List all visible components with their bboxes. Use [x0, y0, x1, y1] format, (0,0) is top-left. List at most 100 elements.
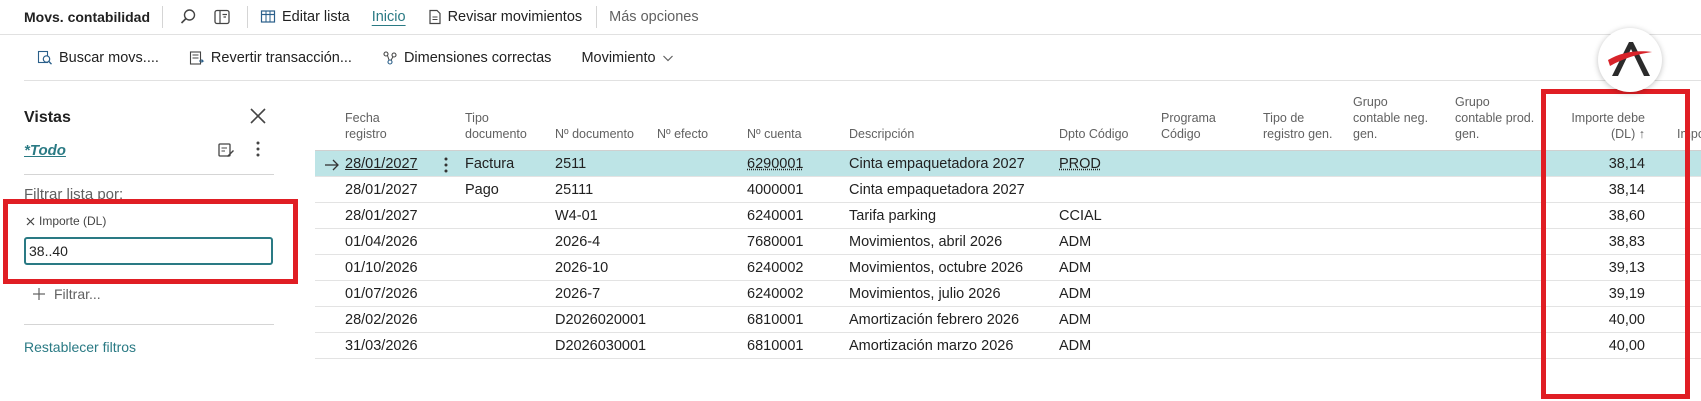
highlight-box-amount-column [1541, 89, 1690, 399]
cell-description: Movimientos, abril 2026 [849, 234, 1003, 250]
cell-account-no[interactable]: 6240002 [747, 255, 827, 281]
cell-document-type [465, 307, 545, 333]
search-icon[interactable] [175, 4, 201, 30]
cell-document-no: 2026-4 [555, 234, 601, 250]
table-row[interactable]: 01/07/2026 2026-7 6240002 Movimientos, juli… [315, 281, 1701, 307]
cell-posting-date[interactable]: 28/01/2027 [345, 177, 445, 203]
save-view-icon[interactable] [217, 141, 235, 159]
divider [24, 324, 274, 325]
cell-dept-code[interactable]: ADM [1059, 229, 1149, 255]
cell-account-no[interactable]: 6290001 [747, 151, 827, 177]
current-row-arrow-icon [325, 159, 339, 171]
edit-list-label: Editar lista [282, 9, 350, 25]
column-header-dept-code[interactable]: Dpto Código [1059, 92, 1149, 150]
cell-dept-code[interactable]: ADM [1059, 281, 1149, 307]
close-icon[interactable] [248, 106, 268, 126]
cell-document-no: D2026030001 [555, 338, 647, 354]
cell-document-no: W4-01 [555, 208, 598, 224]
more-options-icon[interactable] [253, 139, 263, 159]
search-entries-button[interactable]: Buscar movs.... [37, 50, 159, 66]
reset-filters-link[interactable]: Restablecer filtros [24, 339, 136, 355]
movement-menu-button[interactable]: Movimiento [581, 50, 673, 66]
cell-document-type [465, 255, 545, 281]
cell-document-type: Factura [465, 156, 515, 172]
cell-account-no[interactable]: 6810001 [747, 307, 827, 333]
cell-description: Amortización marzo 2026 [849, 338, 1014, 354]
column-header-program-code[interactable]: Programa Código [1161, 92, 1241, 150]
cell-description: Cinta empaquetadora 2027 [849, 156, 1025, 172]
cell-description: Amortización febrero 2026 [849, 312, 1020, 328]
cell-account-no[interactable]: 4000001 [747, 177, 827, 203]
column-header-document-type[interactable]: Tipo documento [465, 92, 545, 150]
more-options-button[interactable]: Más opciones [609, 9, 698, 25]
cell-posting-date[interactable]: 28/02/2026 [345, 307, 445, 333]
column-header-effect-no[interactable]: Nº efecto [657, 92, 727, 150]
reverse-transaction-button[interactable]: Revertir transacción... [189, 50, 352, 66]
document-icon [428, 9, 441, 25]
column-header-account-no[interactable]: Nº cuenta [747, 92, 817, 150]
cell-document-type: Pago [465, 182, 499, 198]
review-movements-button[interactable]: Revisar movimientos [428, 9, 583, 25]
cell-document-type [465, 281, 545, 307]
plus-icon [33, 288, 45, 300]
table-row[interactable]: 28/01/2027 W4-01 6240001 Tarifa parking CCIA… [315, 203, 1701, 229]
cell-account-no[interactable]: 6240001 [747, 203, 827, 229]
column-header-posting-date[interactable]: Fecha registro [345, 92, 445, 150]
tab-home[interactable]: Inicio [372, 9, 406, 25]
cell-document-type [465, 203, 545, 229]
cell-document-type [465, 229, 545, 255]
chevron-down-icon [662, 55, 673, 62]
cell-dept-code[interactable]: ADM [1059, 255, 1149, 281]
correct-dimensions-label: Dimensiones correctas [403, 50, 552, 66]
cell-posting-date[interactable]: 28/01/2027 [345, 151, 445, 177]
edit-list-button[interactable]: Editar lista [260, 9, 350, 25]
search-entries-label: Buscar movs.... [59, 50, 159, 66]
cell-posting-date[interactable]: 01/10/2026 [345, 255, 445, 281]
cell-dept-code[interactable]: ADM [1059, 333, 1149, 359]
column-header-description[interactable]: Descripción [849, 92, 949, 150]
cell-document-no: 2026-10 [555, 260, 609, 276]
table-row[interactable]: 31/03/2026 D2026030001 6810001 Amortización… [315, 333, 1701, 359]
cell-account-no[interactable]: 6810001 [747, 333, 827, 359]
reverse-icon [189, 51, 205, 65]
cell-posting-date[interactable]: 01/04/2026 [345, 229, 445, 255]
add-filter-button[interactable]: Filtrar... [32, 286, 101, 302]
cell-account-no[interactable]: 6240002 [747, 281, 827, 307]
cell-posting-date[interactable]: 01/07/2026 [345, 281, 445, 307]
table-row[interactable]: 28/01/2027 Factura 2511 6290001 Cinta empaqu… [315, 151, 1701, 177]
table-row[interactable]: 01/04/2026 2026-4 7680001 Movimientos, abri… [315, 229, 1701, 255]
column-header-gen-posting-type[interactable]: Tipo de registro gen. [1263, 92, 1353, 150]
cell-dept-code[interactable]: ADM [1059, 307, 1149, 333]
cell-dept-code[interactable]: CCIAL [1059, 203, 1149, 229]
correct-dimensions-button[interactable]: Dimensiones correctas [382, 50, 551, 66]
table-row[interactable]: 28/02/2026 D2026020001 6810001 Amortización… [315, 307, 1701, 333]
cell-description: Movimientos, julio 2026 [849, 286, 1001, 302]
views-pane-title: Vistas [24, 109, 71, 126]
ledger-entries-table: Fecha registro Tipo documento Nº documento… [315, 92, 1701, 375]
highlight-box-filter [3, 199, 298, 284]
cell-posting-date[interactable]: 31/03/2026 [345, 333, 445, 359]
cell-description: Movimientos, octubre 2026 [849, 260, 1024, 276]
cell-document-no: 25111 [555, 182, 594, 198]
divider [24, 174, 274, 175]
add-filter-label: Filtrar... [54, 286, 101, 302]
movement-menu-label: Movimiento [581, 50, 656, 66]
view-all-link[interactable]: *Todo [24, 142, 66, 159]
reverse-transaction-label: Revertir transacción... [210, 50, 352, 66]
cell-dept-code[interactable] [1059, 177, 1149, 203]
review-movements-label: Revisar movimientos [447, 9, 583, 25]
table-row[interactable]: 28/01/2027 Pago 25111 4000001 Cinta empaquet… [315, 177, 1701, 203]
column-header-gen-prod-posting-group[interactable]: Grupo contable prod. gen. [1455, 92, 1555, 150]
table-row[interactable]: 01/10/2026 2026-10 6240002 Movimientos, oct… [315, 255, 1701, 281]
cell-posting-date[interactable]: 28/01/2027 [345, 203, 445, 229]
cell-description: Tarifa parking [849, 208, 937, 224]
cell-document-type [465, 333, 545, 359]
divider [162, 6, 164, 28]
table-edit-icon [260, 10, 276, 23]
divider [596, 6, 598, 28]
column-header-gen-bus-posting-group[interactable]: Grupo contable neg. gen. [1353, 92, 1448, 150]
filter-pane-icon[interactable] [209, 4, 235, 30]
column-header-document-no[interactable]: Nº documento [555, 92, 650, 150]
cell-account-no[interactable]: 7680001 [747, 229, 827, 255]
cell-dept-code[interactable]: PROD [1059, 151, 1149, 177]
